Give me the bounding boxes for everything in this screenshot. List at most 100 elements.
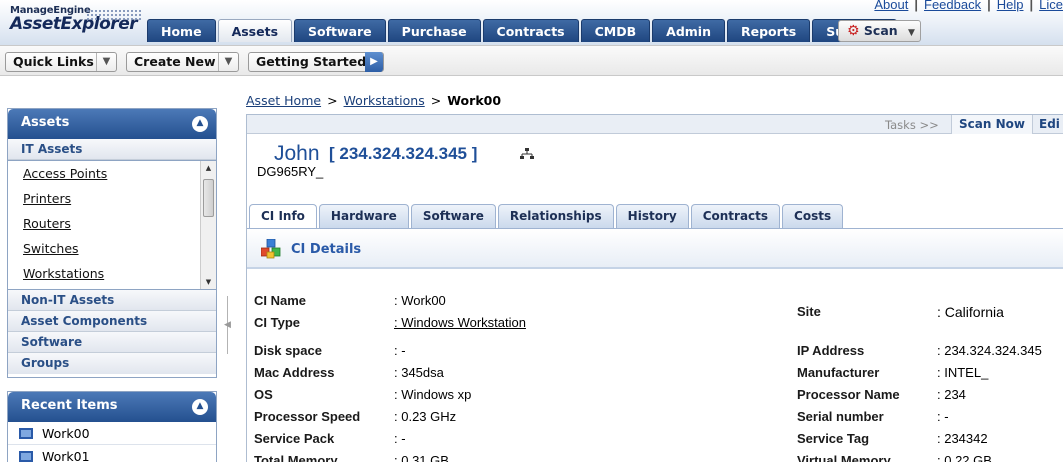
sidebar-category-software[interactable]: Software	[8, 332, 216, 353]
help-link[interactable]: Help	[997, 0, 1024, 12]
topology-icon[interactable]	[520, 148, 534, 160]
section-title: CI Details	[291, 242, 362, 257]
scroll-down-icon[interactable]: ▼	[201, 275, 216, 289]
sidebar-item-access-points[interactable]: Access Points	[8, 161, 216, 186]
field-value: : Work00	[394, 293, 446, 308]
logo-dots-decoration	[86, 9, 142, 21]
getting-started-button[interactable]: Getting Started ▶	[248, 52, 384, 72]
edit-button[interactable]: Edi	[1039, 115, 1060, 134]
field-label: Serial number	[797, 409, 884, 424]
tab-home[interactable]: Home	[147, 19, 216, 42]
field-label: Disk space	[254, 343, 322, 358]
link-separator: |	[987, 0, 991, 12]
sidebar-item-routers[interactable]: Routers	[8, 211, 216, 236]
field-label: Service Pack	[254, 431, 335, 446]
tab-costs[interactable]: Costs	[782, 204, 844, 228]
tab-contracts[interactable]: Contracts	[482, 19, 579, 42]
create-new-label: Create New	[134, 54, 216, 69]
chevron-down-icon[interactable]: ▼	[96, 53, 116, 71]
chevron-down-icon[interactable]: ▼	[218, 53, 238, 71]
pane-splitter[interactable]: ◀	[224, 290, 232, 360]
tab-ci-info[interactable]: CI Info	[249, 204, 317, 228]
tab-software[interactable]: Software	[410, 204, 496, 228]
sidebar-category-groups[interactable]: Groups	[8, 353, 216, 374]
app-header: ManageEngine AssetExplorer About | Feedbac…	[0, 0, 1063, 45]
gear-icon: ⚙	[847, 23, 860, 39]
recent-item[interactable]: Work01	[8, 445, 216, 462]
about-link[interactable]: About	[874, 0, 908, 12]
recent-items-panel: Recent Items ▲ Work00 Work01	[7, 391, 217, 462]
it-assets-list: Access Points Printers Routers Switches …	[8, 160, 216, 290]
field-value: : -	[394, 343, 406, 358]
field-value: : -	[394, 431, 406, 446]
field-value: : -	[937, 409, 949, 424]
collapse-left-icon[interactable]: ◀	[224, 320, 231, 330]
sidebar-item-switches[interactable]: Switches	[8, 236, 216, 261]
breadcrumb-separator: >	[327, 93, 338, 108]
app-logo[interactable]: ManageEngine AssetExplorer	[10, 5, 142, 34]
tab-contracts[interactable]: Contracts	[690, 204, 781, 228]
tab-software[interactable]: Software	[294, 19, 386, 42]
assets-panel-title: Assets	[21, 115, 70, 130]
assets-panel: Assets ▲ IT Assets Access Points Printer…	[7, 108, 217, 378]
assets-panel-header[interactable]: Assets ▲	[8, 109, 216, 139]
feedback-link[interactable]: Feedback	[924, 0, 981, 12]
ci-details-header: CI Details	[247, 229, 1063, 269]
main-nav-tabs: Home Assets Software Purchase Contracts …	[147, 19, 899, 42]
scan-now-button[interactable]: Scan Now	[951, 115, 1033, 134]
field-value: : 345dsa	[394, 365, 444, 380]
sidebar-category-it-assets[interactable]: IT Assets	[8, 139, 216, 160]
workstation-icon	[19, 428, 33, 439]
field-label: CI Type	[254, 315, 300, 330]
detail-tabs: CI Info Hardware Software Relationships …	[249, 204, 845, 228]
tab-relationships[interactable]: Relationships	[497, 204, 614, 228]
field-value: : 234342	[937, 431, 988, 446]
sidebar-category-asset-components[interactable]: Asset Components	[8, 311, 216, 332]
field-value: : 0.23 GHz	[394, 409, 457, 424]
link-separator: |	[1029, 0, 1034, 12]
scan-button[interactable]: ⚙ Scan ▼	[838, 20, 921, 42]
asset-detail-panel: Tasks >> Scan Now Edi John [ 234.324.324…	[246, 114, 1063, 462]
scrollbar-thumb[interactable]	[203, 179, 214, 217]
chevron-down-icon: ▼	[908, 28, 915, 38]
field-value: : California	[937, 304, 1004, 320]
recent-item[interactable]: Work00	[8, 422, 216, 445]
field-value: : Windows xp	[394, 387, 472, 402]
sidebar-category-non-it-assets[interactable]: Non-IT Assets	[8, 290, 216, 311]
scan-label: Scan	[863, 23, 898, 38]
tab-hardware[interactable]: Hardware	[318, 204, 409, 228]
breadcrumb-current: Work00	[447, 93, 502, 108]
tab-admin[interactable]: Admin	[652, 19, 725, 42]
field-label: IP Address	[797, 343, 865, 358]
ci-type-link[interactable]: : Windows Workstation	[394, 315, 526, 330]
field-value: : INTEL_	[937, 365, 989, 380]
getting-started-label: Getting Started	[256, 54, 367, 69]
breadcrumb-asset-home[interactable]: Asset Home	[246, 93, 321, 108]
recent-items-title: Recent Items	[21, 398, 118, 413]
tasks-menu[interactable]: Tasks >>	[885, 118, 939, 132]
field-label: Manufacturer	[797, 365, 880, 380]
tab-assets[interactable]: Assets	[217, 19, 293, 42]
field-label: Processor Speed	[254, 409, 361, 424]
tab-purchase[interactable]: Purchase	[387, 19, 481, 42]
scroll-up-icon[interactable]: ▲	[201, 161, 216, 175]
recent-item-label: Work01	[42, 449, 90, 462]
collapse-up-icon[interactable]: ▲	[192, 399, 208, 415]
sidebar-item-printers[interactable]: Printers	[8, 186, 216, 211]
tab-cmdb[interactable]: CMDB	[580, 19, 651, 42]
collapse-up-icon[interactable]: ▲	[192, 116, 208, 132]
quick-links-button[interactable]: Quick Links ▼	[5, 52, 117, 72]
tab-reports[interactable]: Reports	[726, 19, 811, 42]
field-label: OS	[254, 387, 273, 402]
license-link[interactable]: Lice	[1039, 0, 1063, 12]
field-label: Total Memory	[254, 453, 338, 462]
field-value: : 0.31 GB	[394, 453, 449, 462]
recent-items-header[interactable]: Recent Items ▲	[8, 392, 216, 422]
sidebar-item-workstations[interactable]: Workstations	[8, 261, 216, 286]
list-scrollbar[interactable]: ▲ ▼	[200, 161, 216, 289]
breadcrumb-workstations[interactable]: Workstations	[344, 93, 425, 108]
workstation-icon	[19, 451, 33, 462]
field-label: Mac Address	[254, 365, 335, 380]
tab-history[interactable]: History	[615, 204, 689, 228]
create-new-button[interactable]: Create New ▼	[126, 52, 239, 72]
